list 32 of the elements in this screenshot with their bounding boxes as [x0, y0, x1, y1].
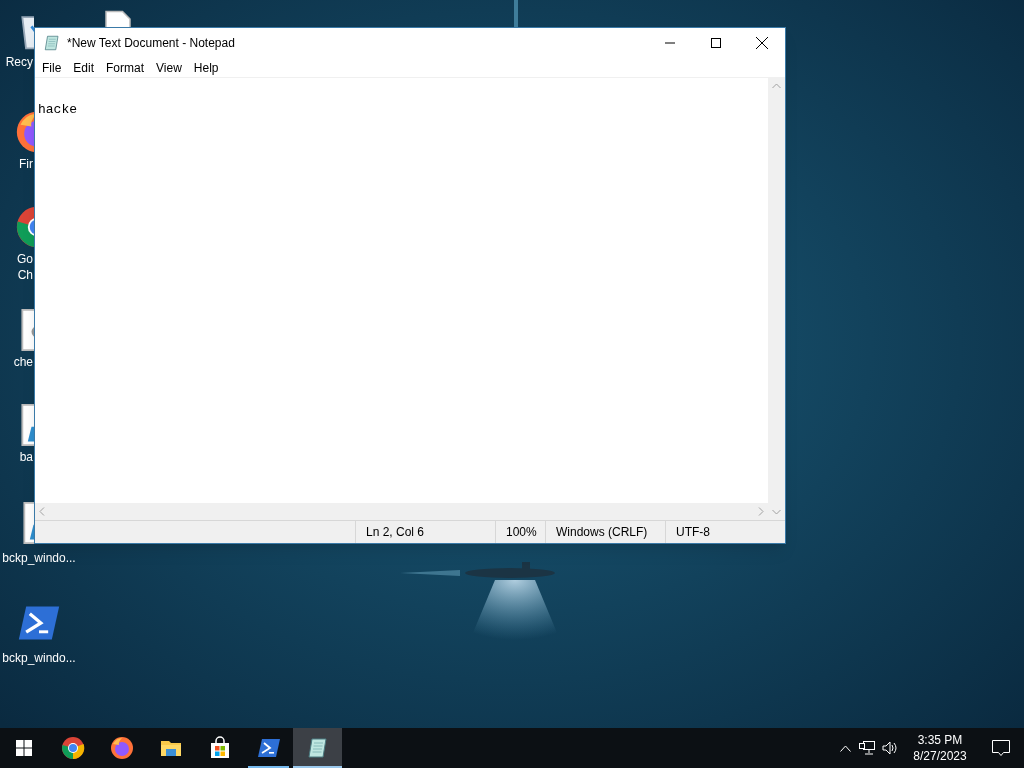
- chrome-logo-icon: [60, 736, 85, 760]
- desktop-icon-label[interactable]: che: [13, 354, 34, 370]
- clock[interactable]: 3:35 PM 8/27/2023: [902, 728, 978, 768]
- menu-item[interactable]: Format: [100, 58, 151, 77]
- chevron-up-icon: [839, 744, 851, 752]
- powershell-icon: [256, 736, 281, 760]
- status-text: Windows (CRLF): [556, 524, 648, 541]
- menu-item[interactable]: Edit: [67, 58, 101, 77]
- notepad-icon: [305, 736, 330, 760]
- desktop-icon-label[interactable]: ba: [19, 449, 34, 465]
- status-text: 100%: [506, 524, 537, 541]
- menu-item[interactable]: View: [150, 58, 188, 77]
- menu-item[interactable]: Help: [187, 58, 225, 77]
- notification-icon: [992, 739, 1010, 757]
- document-text: hacke: [38, 102, 77, 117]
- maximize-icon: [711, 38, 721, 48]
- notepad-icon: [43, 34, 61, 52]
- status-text: UTF-8: [676, 524, 710, 541]
- status-text: Ln 2, Col 6: [366, 524, 425, 541]
- desktop-icon-label[interactable]: Ch: [17, 267, 34, 283]
- desktop-icon-label[interactable]: bckp_windo...: [2, 650, 76, 666]
- desktop-icon-label[interactable]: Recy: [5, 54, 34, 70]
- desktop-icon-label[interactable]: Fir: [19, 156, 34, 172]
- windows-logo-icon: [16, 740, 32, 756]
- taskbar-app[interactable]: [293, 728, 342, 768]
- desktop-icon-label[interactable]: Go: [17, 251, 34, 267]
- window-title: *New Text Document - Notepad: [67, 35, 236, 52]
- desktop-icon-label[interactable]: bckp_windo...: [2, 550, 76, 566]
- close-icon: [756, 37, 768, 49]
- firefox-logo-icon: [109, 736, 134, 760]
- menu-item[interactable]: File: [36, 58, 68, 77]
- text-area[interactable]: hacke: [35, 78, 768, 503]
